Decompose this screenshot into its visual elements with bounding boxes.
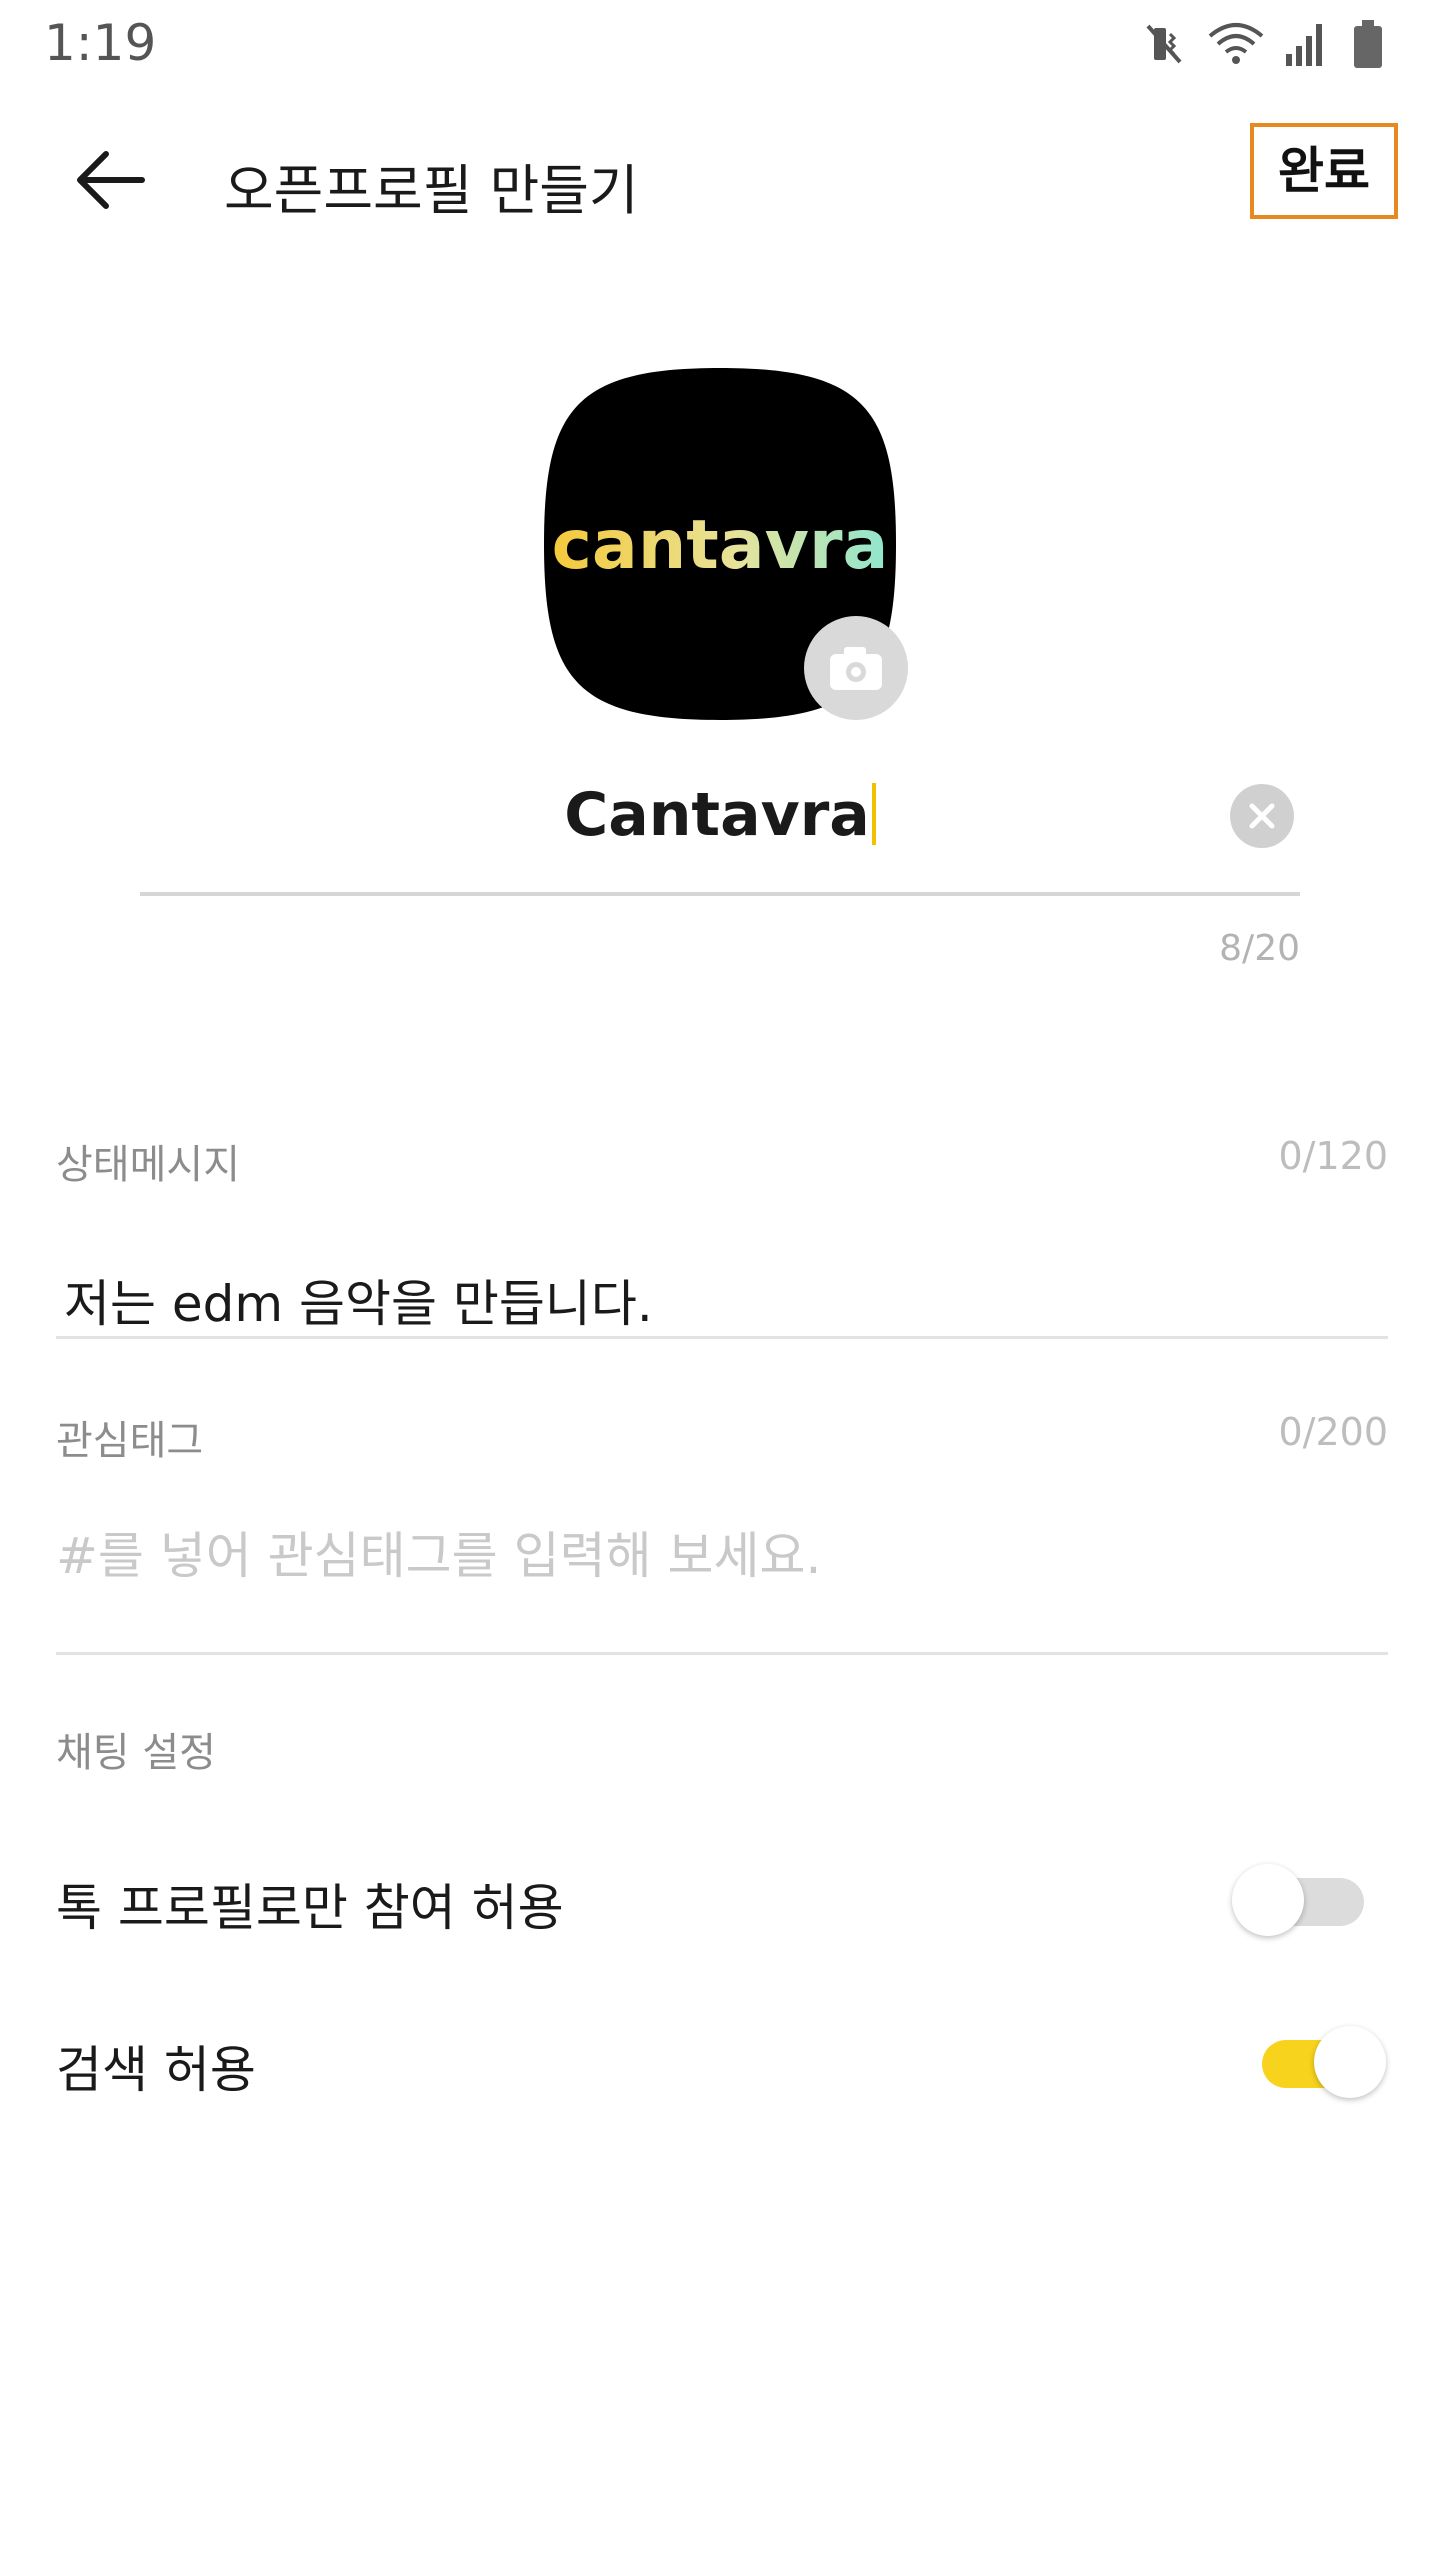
name-underline xyxy=(140,892,1300,896)
status-icons xyxy=(1140,18,1400,70)
interest-tags-counter: 0/200 xyxy=(1278,1410,1388,1454)
app-bar: 오픈프로필 만들기 완료 xyxy=(0,110,1440,250)
talk-profile-only-toggle[interactable] xyxy=(1232,1860,1372,1940)
divider xyxy=(56,1336,1388,1339)
back-button[interactable] xyxy=(60,130,160,230)
divider xyxy=(56,1652,1388,1655)
done-button[interactable]: 완료 xyxy=(1250,123,1398,219)
toggle-knob xyxy=(1232,1864,1304,1936)
create-open-profile-screen: 1:19 오픈프로필 만들기 완료 cantavra Cantavra 8/20… xyxy=(0,0,1440,2560)
change-photo-button[interactable] xyxy=(804,616,908,720)
toggle-knob xyxy=(1314,2026,1386,2098)
profile-name-value[interactable]: Cantavra xyxy=(140,780,1300,850)
clear-name-button[interactable] xyxy=(1230,784,1294,848)
name-char-counter: 8/20 xyxy=(1219,928,1300,969)
interest-tags-label: 관심태그 xyxy=(56,1418,204,1464)
signal-icon xyxy=(1286,24,1322,66)
status-bar: 1:19 xyxy=(0,0,1440,88)
back-arrow-icon xyxy=(77,151,145,209)
profile-name-input[interactable]: Cantavra xyxy=(140,760,1300,896)
talk-profile-only-label: 톡 프로필로만 참여 허용 xyxy=(56,1879,564,1937)
chat-settings-label: 채팅 설정 xyxy=(56,1730,216,1776)
mute-vibrate-icon xyxy=(1146,24,1182,64)
status-message-counter: 0/120 xyxy=(1278,1134,1388,1178)
allow-search-label: 검색 허용 xyxy=(56,2041,256,2099)
camera-icon xyxy=(804,616,908,720)
allow-search-toggle[interactable] xyxy=(1246,2022,1386,2102)
page-title: 오픈프로필 만들기 xyxy=(224,159,639,222)
status-time: 1:19 xyxy=(44,14,157,72)
wifi-icon xyxy=(1208,23,1264,64)
status-message-label: 상태메시지 xyxy=(56,1142,240,1188)
interest-tags-input[interactable]: #를 넣어 관심태그를 입력해 보세요. xyxy=(56,1516,821,1588)
status-message-input[interactable]: 저는 edm 음악을 만듭니다. xyxy=(64,1264,653,1336)
clear-icon xyxy=(1230,784,1294,848)
logo-text: cantavra xyxy=(552,506,889,585)
battery-icon xyxy=(1354,20,1382,68)
